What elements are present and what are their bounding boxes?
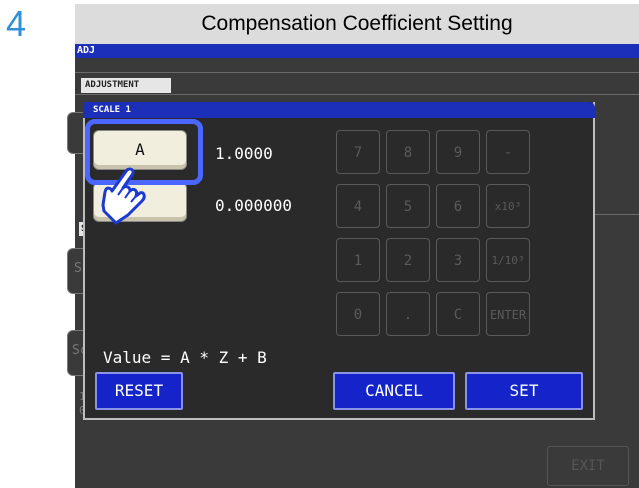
key-1[interactable]: 1 (336, 238, 380, 282)
page-title: Compensation Coefficient Setting (75, 4, 639, 44)
key-clear[interactable]: C (436, 292, 480, 336)
key-7[interactable]: 7 (336, 130, 380, 174)
key-2[interactable]: 2 (386, 238, 430, 282)
device-screen: ADJ ADJUSTMENT SC S Sc 1. 0. EXIT SCALE … (67, 44, 639, 488)
key-8[interactable]: 8 (386, 130, 430, 174)
divider (75, 72, 639, 73)
key-decimal[interactable]: . (386, 292, 430, 336)
cancel-button[interactable]: CANCEL (333, 372, 455, 410)
pointing-hand-icon (101, 167, 146, 225)
formula-label: Value = A * Z + B (103, 348, 267, 367)
key-9[interactable]: 9 (436, 130, 480, 174)
key-5[interactable]: 5 (386, 184, 430, 228)
key-3[interactable]: 3 (436, 238, 480, 282)
mode-bar: ADJ (75, 44, 639, 58)
set-button[interactable]: SET (465, 372, 583, 410)
coefficient-b-value: 0.000000 (215, 196, 293, 215)
key-4[interactable]: 4 (336, 184, 380, 228)
key-multiply-1000[interactable]: x10³ (486, 184, 530, 228)
divider (595, 214, 639, 215)
coefficient-a-value: 1.0000 (215, 144, 273, 163)
reset-button[interactable]: RESET (95, 372, 183, 410)
key-minus[interactable]: - (486, 130, 530, 174)
step-number: 4 (6, 3, 27, 44)
tab-adjustment[interactable]: ADJUSTMENT (81, 78, 171, 93)
key-0[interactable]: 0 (336, 292, 380, 336)
exit-button[interactable]: EXIT (547, 446, 629, 486)
key-6[interactable]: 6 (436, 184, 480, 228)
background-label: S (74, 261, 82, 276)
dialog-title: SCALE 1 (83, 102, 595, 118)
key-divide-1000[interactable]: 1/10³ (486, 238, 530, 282)
key-enter[interactable]: ENTER (486, 292, 530, 336)
divider (75, 94, 639, 95)
